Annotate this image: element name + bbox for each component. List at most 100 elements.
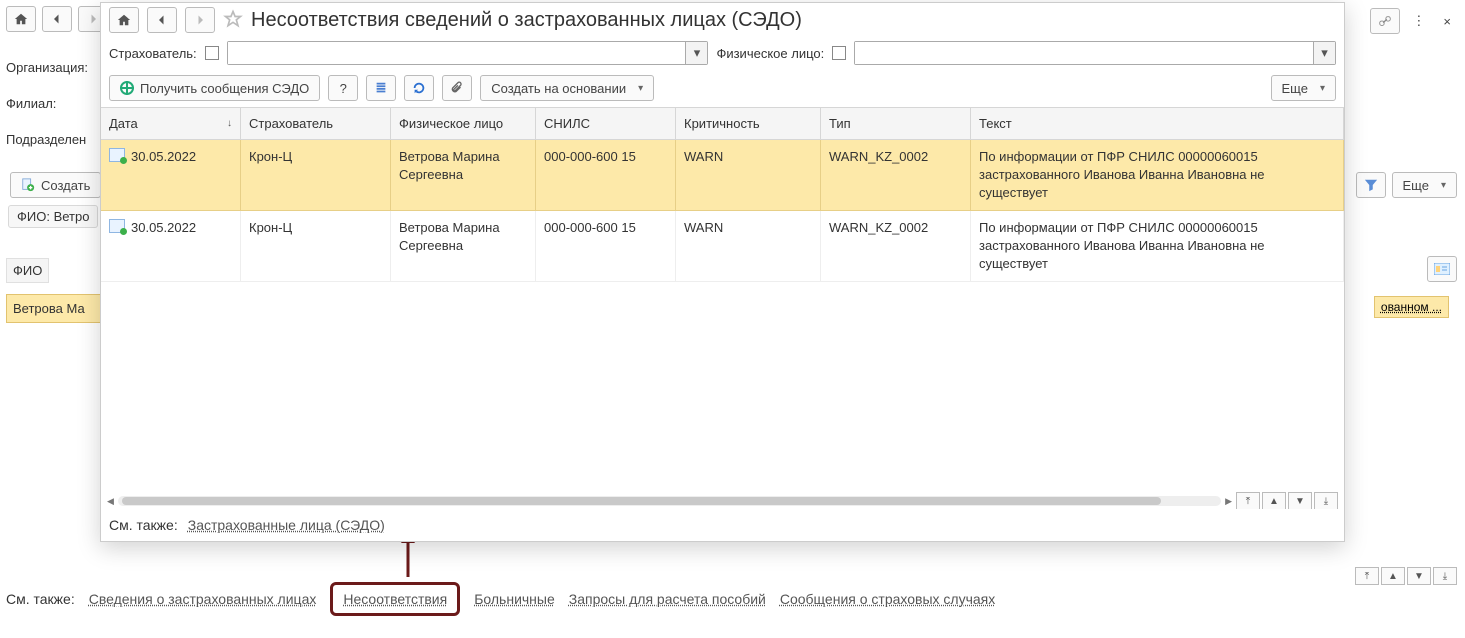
bg-create-button[interactable]: Создать [10,172,101,198]
cell-fiz: Ветрова Марина Сергеевна [391,211,536,282]
dropdown-fiz: ▾ [854,41,1336,65]
cell-text: По информации от ПФР СНИЛС 00000060015 з… [971,211,1344,282]
input-strah[interactable] [228,42,686,64]
bg-window-menu-button[interactable]: ⋮ [1406,8,1431,34]
modal-header: Несоответствия сведений о застрахованных… [101,3,1344,37]
bg-truncated-link[interactable]: ованном ... [1374,296,1449,318]
list-button[interactable] [366,75,396,101]
bg-link-sickleave[interactable]: Больничные [474,591,555,607]
modal-home-button[interactable] [109,7,139,33]
bg-filter-button[interactable] [1356,172,1386,198]
scrollbar-thumb[interactable] [122,497,1161,505]
bg-link-messages[interactable]: Сообщения о страховых случаях [780,591,995,607]
bg-nav-up[interactable]: ▲ [1381,567,1405,585]
col-snils[interactable]: СНИЛС [536,108,676,140]
checkbox-strah[interactable] [205,46,219,60]
bg-link-insured[interactable]: Сведения о застрахованных лицах [89,591,317,607]
bg-fio-filter-text: ФИО: Ветро [17,209,89,224]
grid-nav-up[interactable]: ▲ [1262,492,1286,509]
globe-icon [120,81,134,95]
arrow-left-icon [51,13,63,25]
favorite-star-icon[interactable] [223,9,243,32]
label-organization: Организация: [6,60,88,75]
back-button[interactable] [42,6,72,32]
label-strah: Страхователь: [109,46,197,61]
bg-see-also: См. также: Сведения о застрахованных лиц… [6,582,995,616]
scrollbar[interactable] [118,496,1221,506]
refresh-button[interactable] [404,75,434,101]
mismatches-window: Несоответствия сведений о застрахованных… [100,2,1345,542]
modal-forward-button[interactable] [185,7,215,33]
document-icon [109,148,125,162]
table-row[interactable]: 30.05.2022 Крон-Ц Ветрова Марина Сергеев… [101,211,1344,282]
modal-title: Несоответствия сведений о застрахованных… [251,9,802,32]
modal-filters: Страхователь: ▾ Физическое лицо: ▾ [101,37,1344,69]
dropdown-strah-toggle[interactable]: ▾ [685,42,707,64]
paperclip-icon [450,81,464,95]
bg-link-mismatches[interactable]: Несоответствия [343,591,447,607]
modal-toolbar: Получить сообщения СЭДО ? Создать на осн… [101,69,1344,107]
help-button[interactable]: ? [328,75,358,101]
get-messages-label: Получить сообщения СЭДО [140,81,309,96]
create-based-label: Создать на основании [491,81,626,96]
bg-column-fio[interactable]: ФИО [6,258,49,283]
cell-strah: Крон-Ц [241,140,391,211]
grid-body[interactable]: 30.05.2022 Крон-Ц Ветрова Марина Сергеев… [101,140,1344,493]
modal-link-insured[interactable]: Застрахованные лица (СЭДО) [188,517,385,533]
grid-nav-first[interactable]: ⤒ [1236,492,1260,509]
cell-date: 30.05.2022 [101,140,241,211]
grid-nav-last[interactable]: ⤓ [1314,492,1338,509]
bg-window-link-button[interactable] [1370,8,1400,34]
bg-window-controls: ⋮ × [1370,8,1457,34]
create-based-button[interactable]: Создать на основании [480,75,654,101]
scroll-right-icon[interactable]: ▶ [1225,496,1232,507]
list-icon [374,81,388,95]
plus-doc-icon [21,178,35,192]
modal-see-also-label: См. также: [109,517,178,533]
dropdown-fiz-toggle[interactable]: ▾ [1313,42,1335,64]
cell-crit: WARN [676,140,821,211]
scroll-left-icon[interactable]: ◀ [107,496,114,507]
col-text[interactable]: Текст [971,108,1344,140]
bg-right-corner [1427,256,1457,282]
bg-nav-down[interactable]: ▼ [1407,567,1431,585]
cell-date-text: 30.05.2022 [131,148,196,166]
bg-nav-buttons: ⤒ ▲ ▼ ⤓ [1355,567,1457,585]
bg-more-button[interactable]: Еще [1392,172,1457,198]
col-date[interactable]: Дата ↓ [101,108,241,140]
id-card-icon [1434,263,1450,275]
bg-link-requests[interactable]: Запросы для расчета пособий [569,591,766,607]
col-fiz[interactable]: Физическое лицо [391,108,536,140]
cell-snils: 000-000-600 15 [536,140,676,211]
bg-fio-filter-chip[interactable]: ФИО: Ветро [8,205,98,228]
home-icon [117,13,131,27]
bg-window-close-button[interactable]: × [1437,8,1457,34]
cell-date: 30.05.2022 [101,211,241,282]
col-date-label: Дата [109,116,138,131]
bg-see-also-label: См. также: [6,591,75,607]
modal-more-button[interactable]: Еще [1271,75,1336,101]
bg-card-view-button[interactable] [1427,256,1457,282]
modal-back-button[interactable] [147,7,177,33]
table-row[interactable]: 30.05.2022 Крон-Ц Ветрова Марина Сергеев… [101,140,1344,211]
arrow-right-icon [87,13,99,25]
bg-nav-first[interactable]: ⤒ [1355,567,1379,585]
grid-scroll-footer: ◀ ▶ ⤒ ▲ ▼ ⤓ [101,493,1344,509]
cell-fiz: Ветрова Марина Сергеевна [391,140,536,211]
link-icon [1378,14,1392,28]
cell-crit: WARN [676,211,821,282]
input-fiz[interactable] [855,42,1313,64]
bg-nav-last[interactable]: ⤓ [1433,567,1457,585]
home-button[interactable] [6,6,36,32]
sort-indicator-icon: ↓ [227,118,232,129]
get-messages-button[interactable]: Получить сообщения СЭДО [109,75,320,101]
grid-nav-down[interactable]: ▼ [1288,492,1312,509]
col-type[interactable]: Тип [821,108,971,140]
grid: Дата ↓ Страхователь Физическое лицо СНИЛ… [101,107,1344,509]
attach-button[interactable] [442,75,472,101]
filter-icon [1363,178,1379,192]
col-crit[interactable]: Критичность [676,108,821,140]
bg-top-toolbar [6,6,108,32]
col-strah[interactable]: Страхователь [241,108,391,140]
checkbox-fiz[interactable] [832,46,846,60]
